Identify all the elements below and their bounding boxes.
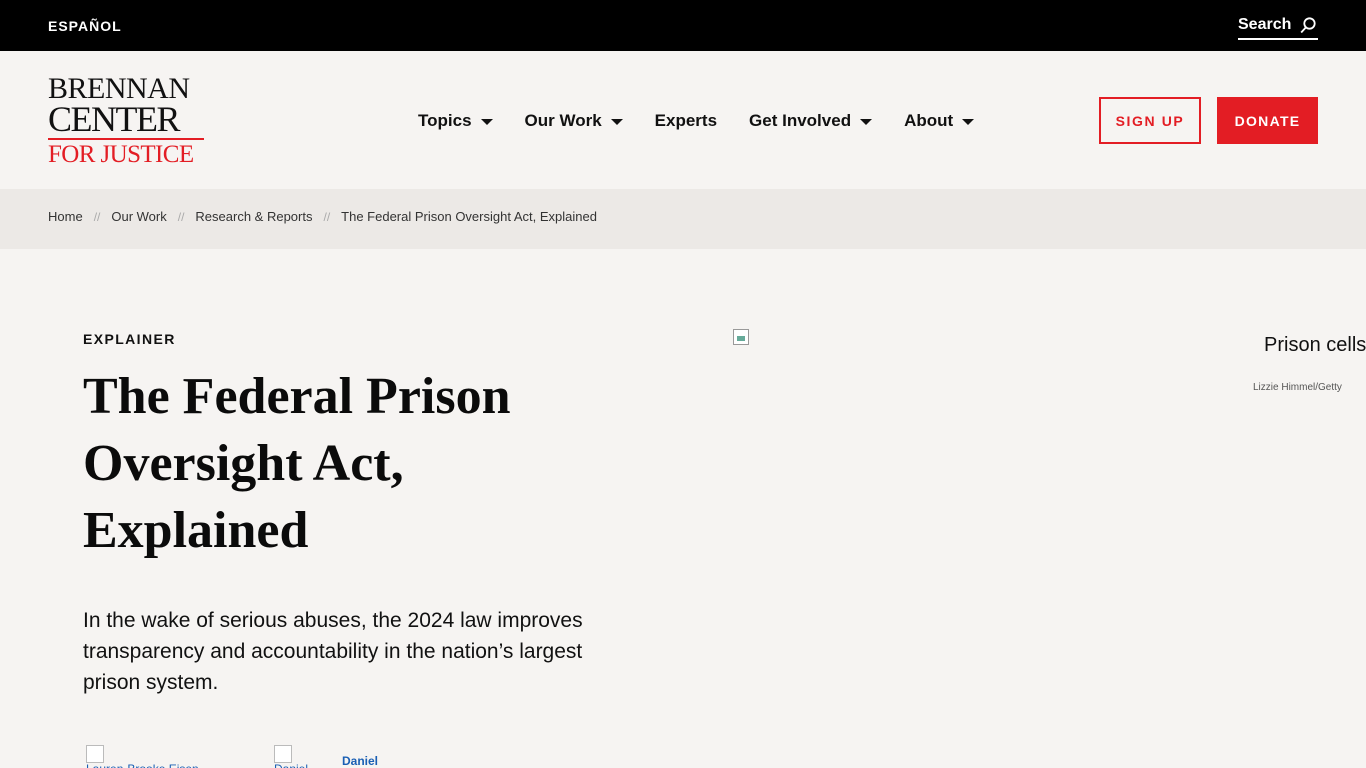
- donate-button[interactable]: DONATE: [1217, 97, 1318, 144]
- broken-image-icon: [733, 329, 749, 345]
- nav-item-experts[interactable]: Experts: [655, 111, 717, 131]
- breadcrumb-home[interactable]: Home: [48, 209, 83, 224]
- breadcrumb-research-reports[interactable]: Research & Reports: [195, 209, 312, 224]
- article-kicker: EXPLAINER: [83, 331, 176, 347]
- caret-down-icon: [860, 119, 873, 125]
- nav-item-topics[interactable]: Topics: [418, 111, 493, 131]
- author-photo-broken-icon[interactable]: [86, 745, 104, 763]
- article-dek: In the wake of serious abuses, the 2024 …: [83, 609, 583, 694]
- breadcrumb-separator: //: [323, 209, 331, 224]
- nav-item-about[interactable]: About: [904, 111, 975, 131]
- caret-down-icon: [610, 119, 623, 125]
- breadcrumb-our-work[interactable]: Our Work: [111, 209, 166, 224]
- breadcrumb-separator: //: [93, 209, 101, 224]
- search-button[interactable]: Search: [1238, 16, 1318, 40]
- sign-up-button[interactable]: SIGN UP: [1099, 97, 1201, 144]
- caret-down-icon: [480, 119, 493, 125]
- nav-item-our-work[interactable]: Our Work: [525, 111, 623, 131]
- language-link[interactable]: ESPAÑOL: [48, 18, 122, 34]
- caret-down-icon: [962, 119, 975, 125]
- author-photo-alt: Lauren-Brooke Eisen: [86, 762, 236, 768]
- breadcrumb-current: The Federal Prison Oversight Act, Explai…: [341, 209, 597, 224]
- main-navigation: Topics Our Work Experts Get Involved Abo…: [418, 109, 1006, 133]
- author-photo-broken-icon[interactable]: [274, 745, 292, 763]
- site-header: BRENNAN CENTER FOR JUSTICE Topics Our Wo…: [0, 51, 1366, 189]
- utility-bar: ESPAÑOL Search: [0, 0, 1366, 51]
- nav-item-label: About: [904, 111, 954, 130]
- nav-item-label: Get Involved: [749, 111, 852, 130]
- nav-item-get-involved[interactable]: Get Involved: [749, 111, 873, 131]
- photo-credit: Lizzie Himmel/Getty: [1253, 382, 1342, 393]
- breadcrumb-bar: Home // Our Work // Research & Reports /…: [0, 189, 1366, 249]
- nav-item-label: Our Work: [524, 111, 602, 130]
- logo-line-2: CENTER: [48, 99, 181, 139]
- logo-line-3: FOR JUSTICE: [48, 141, 194, 168]
- hero-image-alt-text: Prison cells: [1264, 334, 1366, 356]
- breadcrumb: Home // Our Work // Research & Reports /…: [48, 209, 597, 224]
- author-name-link[interactable]: Daniel: [342, 754, 378, 768]
- nav-item-label: Experts: [654, 111, 718, 130]
- breadcrumb-separator: //: [177, 209, 185, 224]
- nav-item-label: Topics: [418, 111, 472, 130]
- brennan-center-logo[interactable]: BRENNAN CENTER FOR JUSTICE: [48, 74, 208, 168]
- author-photo-alt: Daniel: [274, 762, 334, 768]
- search-label: Search: [1238, 16, 1292, 33]
- search-icon: [1300, 17, 1316, 34]
- article-title: The Federal Prison Oversight Act, Explai…: [83, 368, 511, 559]
